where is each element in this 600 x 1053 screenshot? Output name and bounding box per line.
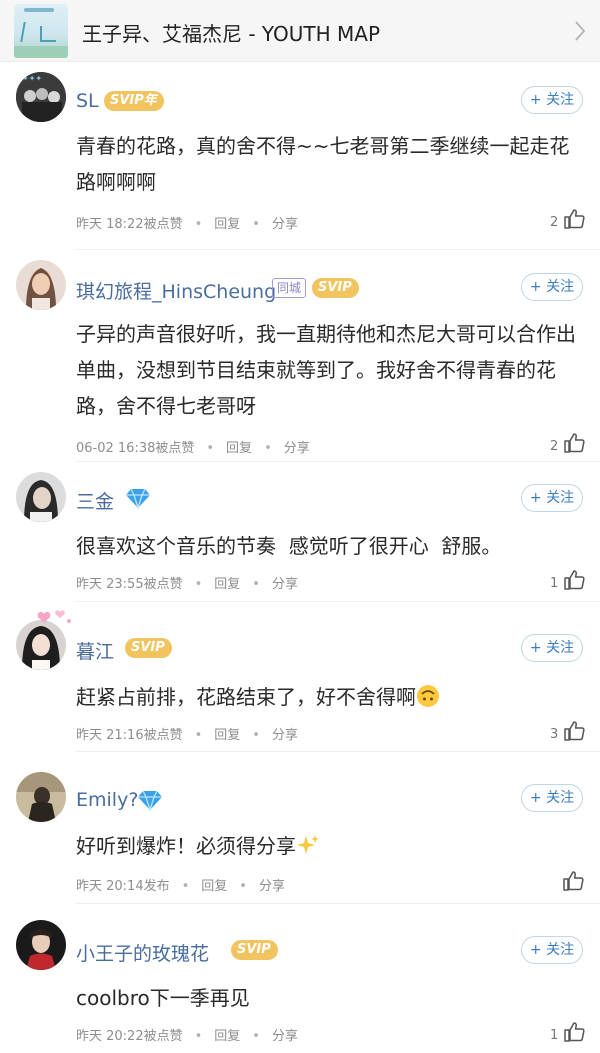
comment-text-content: 好听到爆炸！必须得分享: [76, 834, 296, 858]
heart-decoration-icon: [37, 610, 71, 623]
comment-text: coolbro下一季再见: [76, 986, 250, 1010]
avatar[interactable]: ✦✦✦: [16, 72, 66, 122]
comment-time: 昨天 20:22被点赞: [76, 1029, 183, 1044]
thumbs-up-icon[interactable]: [563, 432, 585, 454]
reply-button[interactable]: 回复: [214, 217, 240, 232]
comment-text-content: 赶紧占前排，花路结束了，好不舍得啊: [76, 685, 416, 709]
like-count: 2: [550, 439, 559, 454]
comment-meta: 06-02 16:38被点赞 • 回复 • 分享: [76, 441, 310, 456]
same-city-badge[interactable]: 同城: [272, 278, 307, 298]
comment-item: 暮江 SVIP + 关注 赶紧占前排，花路结束了，好不舍得啊 昨天 21:16被…: [0, 602, 600, 752]
comment-meta: 昨天 18:22被点赞 • 回复 • 分享: [76, 217, 298, 232]
username[interactable]: 琪幻旅程_HinsCheung: [76, 277, 276, 304]
reply-button[interactable]: 回复: [226, 441, 252, 456]
sparkles-emoji: [297, 835, 319, 854]
comment-text: 子异的声音很好听，我一直期待他和杰尼大哥可以合作出单曲，没想到节目结束就等到了。…: [76, 322, 576, 418]
avatar[interactable]: [16, 472, 66, 522]
share-button[interactable]: 分享: [259, 879, 285, 894]
avatar[interactable]: [16, 260, 66, 310]
like-button[interactable]: 1: [550, 1021, 585, 1043]
username[interactable]: Emily?: [76, 789, 138, 811]
username[interactable]: 小王子的玫瑰花: [76, 939, 209, 966]
like-button[interactable]: 1: [550, 569, 585, 591]
reply-button[interactable]: 回复: [201, 879, 227, 894]
reply-button[interactable]: 回复: [214, 1029, 240, 1044]
comment-time: 昨天 20:14发布: [76, 879, 170, 894]
share-button[interactable]: 分享: [272, 1029, 298, 1044]
comment-meta: 昨天 21:16被点赞 • 回复 • 分享: [76, 728, 298, 743]
share-button[interactable]: 分享: [272, 577, 298, 592]
comment-item: Emily? + 关注 好听到爆炸！必须得分享 昨天 20:14发布 • 回复 • 分享: [0, 752, 600, 904]
like-count: 1: [550, 576, 559, 591]
avatar[interactable]: [16, 772, 66, 822]
follow-button[interactable]: + 关注: [521, 634, 583, 662]
comment-text: 赶紧占前排，花路结束了，好不舍得啊: [76, 679, 581, 715]
thumbs-up-icon[interactable]: [563, 569, 585, 591]
comment-meta: 昨天 23:55被点赞 • 回复 • 分享: [76, 577, 298, 592]
like-count: 2: [550, 215, 559, 230]
reply-button[interactable]: 回复: [214, 728, 240, 743]
username[interactable]: SL: [76, 90, 99, 112]
avatar[interactable]: [16, 920, 66, 970]
like-count: 3: [550, 727, 559, 742]
comment-time: 昨天 21:16被点赞: [76, 728, 183, 743]
comment-time: 06-02 16:38被点赞: [76, 441, 195, 456]
follow-button[interactable]: + 关注: [521, 784, 583, 812]
song-title: 王子异、艾福杰尼 - YOUTH MAP: [82, 22, 381, 46]
thumbs-up-icon[interactable]: [562, 870, 584, 892]
comment-meta: 昨天 20:14发布 • 回复 • 分享: [76, 879, 285, 894]
svip-badge[interactable]: SVIP: [312, 278, 359, 298]
follow-button[interactable]: + 关注: [521, 484, 583, 512]
album-cover[interactable]: [14, 4, 68, 58]
share-button[interactable]: 分享: [284, 441, 310, 456]
comment-time: 昨天 23:55被点赞: [76, 577, 183, 592]
comment-text: 好听到爆炸！必须得分享: [76, 828, 581, 864]
thumbs-up-icon[interactable]: [563, 1021, 585, 1043]
comment-item: 琪幻旅程_HinsCheung 同城 SVIP + 关注 子异的声音很好听，我一…: [0, 250, 600, 462]
svip-year-badge[interactable]: SVIP年: [104, 91, 164, 111]
follow-button[interactable]: + 关注: [521, 86, 583, 114]
svip-badge[interactable]: SVIP: [125, 638, 172, 658]
chevron-right-icon[interactable]: [574, 20, 586, 42]
username[interactable]: 暮江: [76, 637, 114, 664]
like-button[interactable]: [562, 870, 584, 892]
like-button[interactable]: 3: [550, 720, 585, 742]
share-button[interactable]: 分享: [272, 217, 298, 232]
comment-item: 小王子的玫瑰花 SVIP + 关注 coolbro下一季再见 昨天 20:22被…: [0, 904, 600, 1053]
like-count: 1: [550, 1028, 559, 1043]
username[interactable]: 三金: [76, 487, 114, 514]
reply-button[interactable]: 回复: [214, 577, 240, 592]
share-button[interactable]: 分享: [272, 728, 298, 743]
diamond-vip-icon[interactable]: [137, 789, 163, 811]
like-button[interactable]: 2: [550, 432, 585, 454]
comment-meta: 昨天 20:22被点赞 • 回复 • 分享: [76, 1029, 298, 1044]
diamond-vip-icon[interactable]: [125, 487, 151, 509]
svg-text:✦✦✦: ✦✦✦: [22, 74, 42, 83]
follow-button[interactable]: + 关注: [521, 273, 583, 301]
comment-item: ✦✦✦ SL SVIP年 + 关注 青春的花路，真的舍不得~~七老哥第二季继续一…: [0, 62, 600, 250]
svip-badge[interactable]: SVIP: [231, 940, 278, 960]
header-bar[interactable]: 王子异、艾福杰尼 - YOUTH MAP: [0, 0, 600, 62]
comment-time: 昨天 18:22被点赞: [76, 217, 183, 232]
upside-down-face-emoji: [417, 685, 439, 707]
thumbs-up-icon[interactable]: [563, 720, 585, 742]
comment-item: 三金 + 关注 很喜欢这个音乐的节奏 感觉听了很开心 舒服。 昨天 23:55被…: [0, 462, 600, 602]
comment-text: 很喜欢这个音乐的节奏 感觉听了很开心 舒服。: [76, 534, 502, 558]
like-button[interactable]: 2: [550, 208, 585, 230]
follow-button[interactable]: + 关注: [521, 936, 583, 964]
comment-text: 青春的花路，真的舍不得~~七老哥第二季继续一起走花路啊啊啊: [76, 134, 570, 194]
thumbs-up-icon[interactable]: [563, 208, 585, 230]
